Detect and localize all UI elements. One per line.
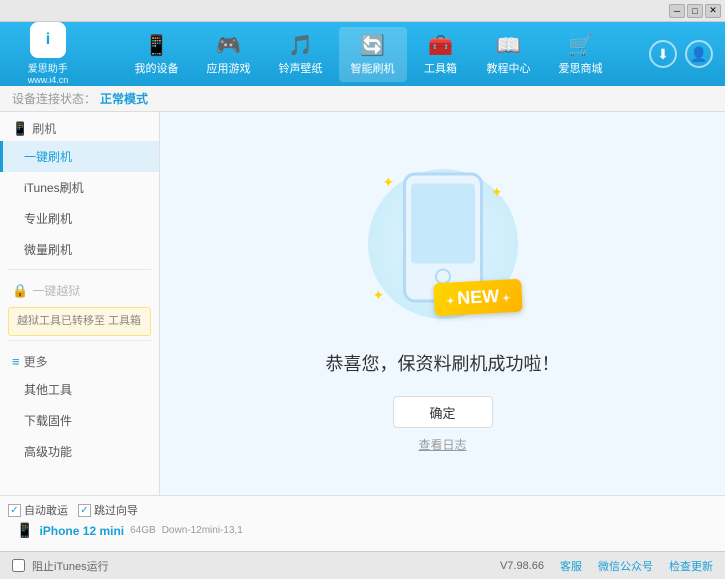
status-bar: 设备连接状态： 正常模式: [0, 86, 725, 112]
device-info: 📱 iPhone 12 mini 64GB Down-12mini-13,1: [8, 522, 243, 539]
sidebar-item-other-tools[interactable]: 其他工具: [0, 374, 159, 405]
success-title: 恭喜您，保资料刷机成功啦！: [326, 350, 560, 376]
more-section-label: 更多: [24, 353, 48, 370]
toolbox-icon: 🧰: [428, 33, 453, 58]
nav-apps-games[interactable]: 🎮 应用游戏: [195, 27, 263, 82]
nav-smart-flash[interactable]: 🔄 智能刷机: [339, 27, 407, 82]
success-illustration: ✦ ✦ ✦ NEW: [353, 154, 533, 334]
flash-section-icon: 📱: [12, 121, 28, 137]
device-model: Down-12mini-13,1: [162, 525, 243, 536]
apps-games-icon: 🎮: [216, 33, 241, 58]
nav-ringtone[interactable]: 🎵 铃声壁纸: [267, 27, 335, 82]
flash-section-label: 刷机: [32, 120, 56, 137]
customer-service-link[interactable]: 客服: [560, 558, 582, 574]
tutorial-icon: 📖: [496, 33, 521, 58]
sidebar-jailbreak-header: 🔒 一键越狱: [0, 274, 159, 303]
sparkle-1: ✦: [383, 174, 395, 191]
advanced-label: 高级功能: [24, 445, 72, 459]
nav-toolbox-label: 工具箱: [424, 60, 457, 76]
nav-tutorial-label: 教程中心: [487, 60, 531, 76]
auto-jump-check-box[interactable]: ✓: [8, 504, 21, 517]
skip-wizard-check-box[interactable]: ✓: [78, 504, 91, 517]
jailbreak-section-label: 一键越狱: [32, 282, 80, 299]
view-log-link[interactable]: 查看日志: [418, 436, 466, 453]
my-device-icon: 📱: [144, 33, 169, 58]
divider-1: [8, 269, 151, 270]
nav-bar: 📱 我的设备 🎮 应用游戏 🎵 铃声壁纸 🔄 智能刷机 🧰 工具箱 📖 教程中心…: [88, 27, 649, 82]
jailbreak-notice: 越狱工具已转移至 工具箱: [8, 307, 151, 336]
pro-flash-label: 专业刷机: [24, 212, 72, 226]
window-controls[interactable]: ─ □ ✕: [669, 4, 721, 18]
other-tools-label: 其他工具: [24, 383, 72, 397]
sparkle-2: ✦: [491, 184, 503, 201]
title-bar: ─ □ ✕: [0, 0, 725, 22]
data-flash-label: 微量刷机: [24, 243, 72, 257]
sidebar-item-advanced[interactable]: 高级功能: [0, 436, 159, 467]
user-btn[interactable]: 👤: [685, 40, 713, 68]
logo-text: 爱思助手www.i4.cn: [28, 60, 69, 86]
wechat-link[interactable]: 微信公众号: [598, 558, 653, 574]
nav-my-device[interactable]: 📱 我的设备: [123, 27, 191, 82]
footer-left: 阻止iTunes运行: [12, 558, 109, 574]
skip-wizard-checkbox[interactable]: ✓ 跳过向导: [78, 502, 138, 518]
nav-smart-flash-label: 智能刷机: [351, 60, 395, 76]
confirm-btn-label: 确定: [429, 406, 455, 421]
block-itunes-checkbox[interactable]: [12, 559, 25, 572]
more-section-icon: ≡: [12, 354, 20, 369]
check-update-link[interactable]: 检查更新: [669, 558, 713, 574]
sidebar: 📱 刷机 一键刷机 iTunes刷机 专业刷机 微量刷机 🔒 一键越狱 越狱工具…: [0, 112, 160, 495]
download-btn[interactable]: ⬇: [649, 40, 677, 68]
sidebar-item-pro-flash[interactable]: 专业刷机: [0, 203, 159, 234]
nav-my-device-label: 我的设备: [135, 60, 179, 76]
device-storage: 64GB: [130, 525, 156, 536]
shop-icon: 🛒: [568, 33, 593, 58]
sidebar-item-data-flash[interactable]: 微量刷机: [0, 234, 159, 265]
sidebar-more-header: ≡ 更多: [0, 345, 159, 374]
header: i 爱思助手www.i4.cn 📱 我的设备 🎮 应用游戏 🎵 铃声壁纸 🔄 智…: [0, 22, 725, 86]
sidebar-flash-header: 📱 刷机: [0, 112, 159, 141]
logo-icon: i: [30, 22, 66, 58]
block-itunes-label[interactable]: 阻止iTunes运行: [32, 558, 109, 574]
nav-ringtone-label: 铃声壁纸: [279, 60, 323, 76]
minimize-btn[interactable]: ─: [669, 4, 685, 18]
footer-status-bar: 阻止iTunes运行 V7.98.66 客服 微信公众号 检查更新: [0, 551, 725, 579]
itunes-flash-label: iTunes刷机: [24, 181, 84, 195]
checkbox-row: ✓ 自动敢运 ✓ 跳过向导: [8, 502, 138, 518]
nav-tutorial[interactable]: 📖 教程中心: [475, 27, 543, 82]
device-icon: 📱: [16, 522, 33, 539]
maximize-btn[interactable]: □: [687, 4, 703, 18]
logo[interactable]: i 爱思助手www.i4.cn: [8, 22, 88, 86]
divider-2: [8, 340, 151, 341]
header-right: ⬇ 👤: [649, 40, 713, 68]
status-value: 正常模式: [100, 90, 148, 107]
sparkle-3: ✦: [373, 287, 385, 304]
auto-jump-checkbox[interactable]: ✓ 自动敢运: [8, 502, 68, 518]
sidebar-item-itunes-flash[interactable]: iTunes刷机: [0, 172, 159, 203]
sidebar-item-one-click-flash[interactable]: 一键刷机: [0, 141, 159, 172]
device-name: iPhone 12 mini: [39, 524, 124, 538]
nav-toolbox[interactable]: 🧰 工具箱: [411, 27, 471, 82]
jailbreak-notice-text: 越狱工具已转移至 工具箱: [17, 315, 141, 327]
download-firmware-label: 下载固件: [24, 414, 72, 428]
nav-shop[interactable]: 🛒 爱思商城: [547, 27, 615, 82]
confirm-button[interactable]: 确定: [393, 396, 493, 428]
nav-shop-label: 爱思商城: [559, 60, 603, 76]
jailbreak-section-icon: 🔒: [12, 283, 28, 299]
phone-screen: [411, 184, 475, 264]
close-btn[interactable]: ✕: [705, 4, 721, 18]
ringtone-icon: 🎵: [288, 33, 313, 58]
status-label: 设备连接状态：: [12, 90, 96, 107]
new-badge: NEW: [433, 279, 523, 317]
one-click-flash-label: 一键刷机: [24, 150, 72, 164]
version-label: V7.98.66: [500, 560, 544, 572]
skip-wizard-label: 跳过向导: [94, 502, 138, 518]
main-layout: 📱 刷机 一键刷机 iTunes刷机 专业刷机 微量刷机 🔒 一键越狱 越狱工具…: [0, 112, 725, 495]
smart-flash-icon: 🔄: [360, 33, 385, 58]
content-area: ✦ ✦ ✦ NEW 恭喜您，保资料刷机成功啦！ 确定 查看日志: [160, 112, 725, 495]
bottom-panel: ✓ 自动敢运 ✓ 跳过向导 📱 iPhone 12 mini 64GB Down…: [0, 495, 725, 551]
sidebar-item-download-firmware[interactable]: 下载固件: [0, 405, 159, 436]
footer-right: V7.98.66 客服 微信公众号 检查更新: [500, 558, 713, 574]
nav-apps-games-label: 应用游戏: [207, 60, 251, 76]
auto-jump-label: 自动敢运: [24, 502, 68, 518]
